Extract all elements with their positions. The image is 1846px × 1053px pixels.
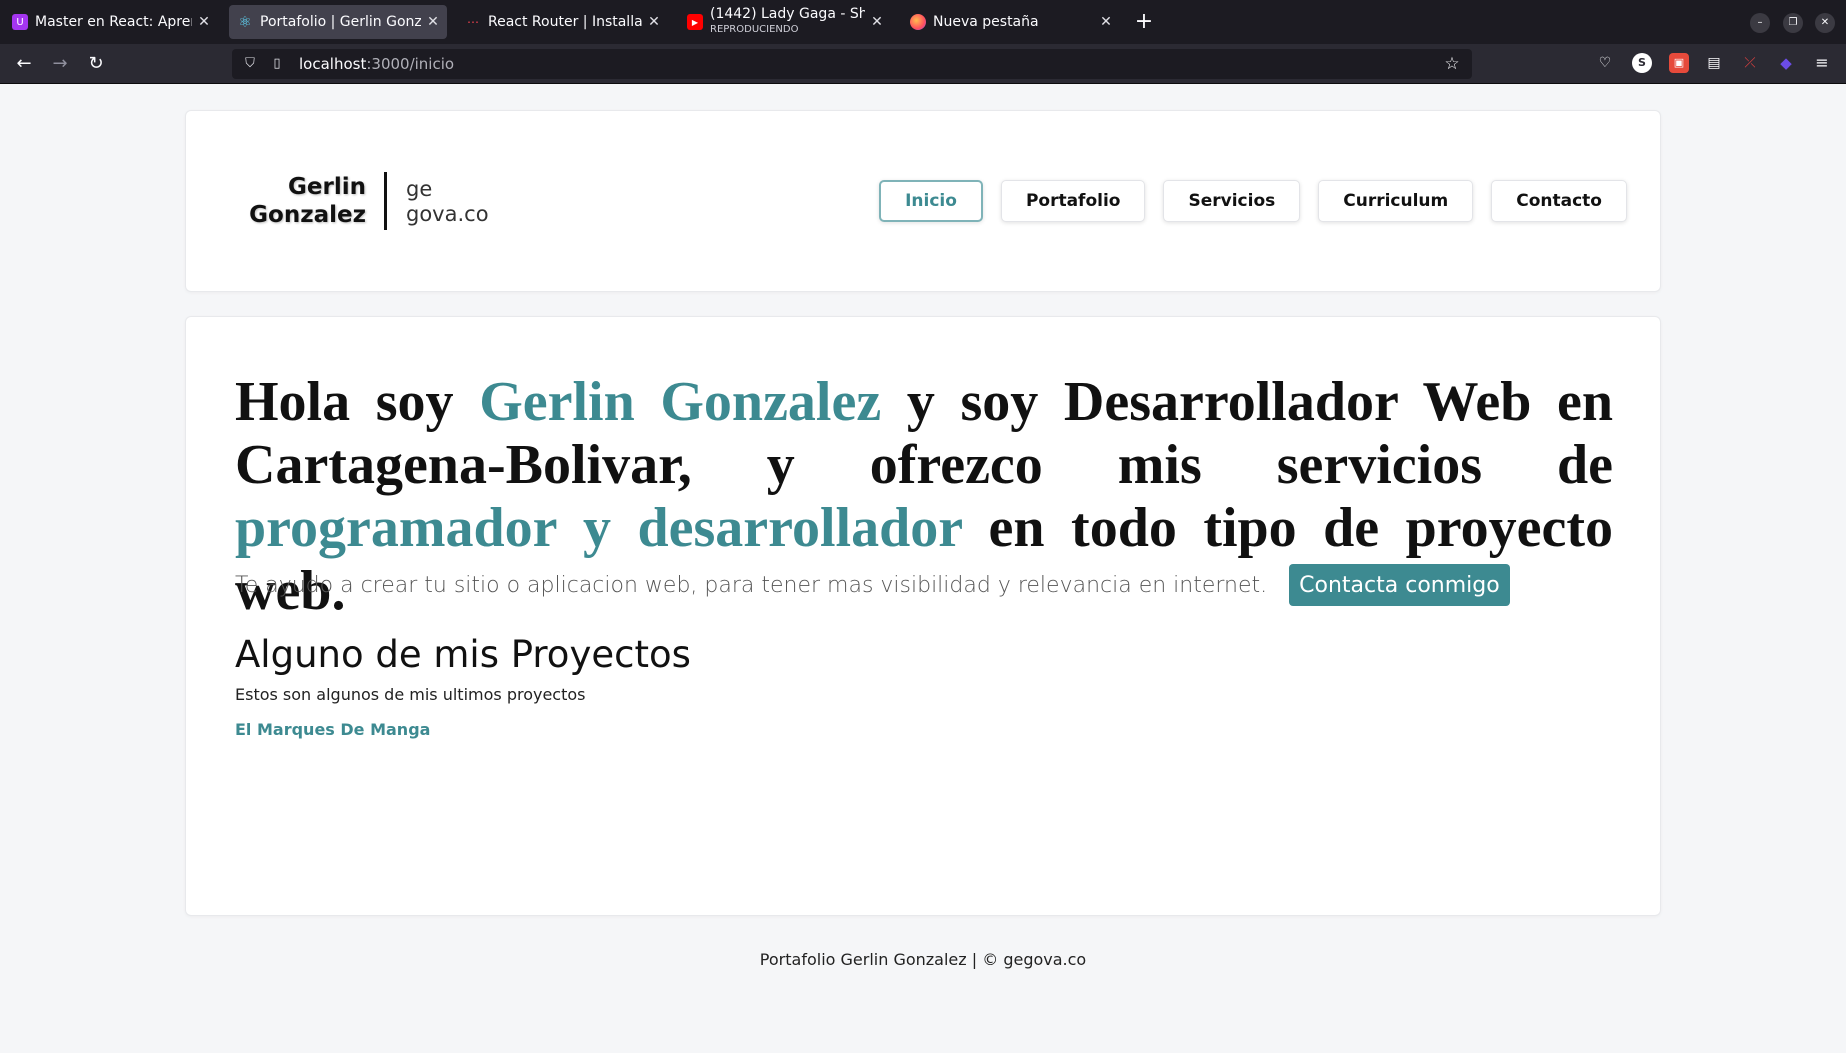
- page-icon[interactable]: ▯: [268, 55, 286, 73]
- browser-nav-bar: ← → ↻ ⛉ ▯ localhost:3000/inicio ☆: [0, 44, 1846, 84]
- footer-text: Portafolio Gerlin Gonzalez | © gegova.co: [759, 950, 1087, 969]
- projects-title: Alguno de mis Proyectos: [235, 633, 691, 676]
- logo-name[interactable]: Gerlin Gonzalez: [246, 173, 366, 229]
- tab-nueva-pestana[interactable]: Nueva pestaña ✕: [902, 5, 1120, 39]
- minimize-button[interactable]: –: [1750, 13, 1770, 33]
- bookmark-star-icon[interactable]: ☆: [1442, 54, 1462, 74]
- hero-subtitle-row: Te ayudo a crear tu sitio o aplicacion w…: [235, 564, 1510, 606]
- react-icon: ⚛: [238, 13, 252, 31]
- tab-title: (1442) Lady Gaga - Shallo: [710, 7, 865, 22]
- close-icon[interactable]: ✕: [869, 14, 885, 30]
- menu-icon[interactable]: ≡: [1812, 53, 1832, 73]
- contact-button[interactable]: Contacta conmigo: [1289, 564, 1510, 606]
- close-icon[interactable]: ✕: [425, 14, 441, 30]
- main-nav: Inicio Portafolio Servicios Curriculum C…: [879, 180, 1627, 222]
- tab-youtube[interactable]: ▶ (1442) Lady Gaga - Shallo REPRODUCIEND…: [679, 5, 891, 39]
- reader-icon[interactable]: ▤: [1704, 53, 1724, 73]
- extension-s-icon[interactable]: S: [1632, 53, 1652, 73]
- udemy-icon: U: [12, 14, 28, 30]
- tab-react-router[interactable]: ⋯ React Router | Installatio ✕: [457, 5, 668, 39]
- browser-tab-bar: U Master en React: Aprende ✕ ⚛ Portafoli…: [0, 0, 1846, 44]
- main-content: Hola soy Gerlin Gonzalez y soy Desarroll…: [185, 316, 1661, 916]
- url-path: :3000/inicio: [366, 55, 455, 73]
- nav-portafolio[interactable]: Portafolio: [1000, 180, 1146, 222]
- firefox-icon: [910, 14, 926, 30]
- tab-portafolio[interactable]: ⚛ Portafolio | Gerlin Gonzal ✕: [229, 5, 447, 39]
- nav-curriculum[interactable]: Curriculum: [1318, 180, 1474, 222]
- hero-subtitle: Te ayudo a crear tu sitio o aplicacion w…: [235, 572, 1268, 598]
- project-link[interactable]: El Marques De Manga: [235, 720, 430, 739]
- nav-servicios[interactable]: Servicios: [1163, 180, 1301, 222]
- hero-role: programador y desarrollador: [235, 497, 963, 559]
- back-button[interactable]: ←: [12, 52, 36, 76]
- tab-title: Nueva pestaña: [933, 14, 1039, 30]
- tab-title: Portafolio | Gerlin Gonzal: [260, 14, 421, 30]
- close-icon[interactable]: ✕: [1098, 14, 1114, 30]
- shield-icon[interactable]: ⛉: [241, 55, 259, 73]
- new-tab-button[interactable]: +: [1134, 9, 1154, 35]
- url-bar[interactable]: ⛉ ▯ localhost:3000/inicio ☆: [232, 49, 1472, 79]
- forward-button[interactable]: →: [48, 52, 72, 76]
- site-header: Gerlin Gonzalez ge gova.co Inicio Portaf…: [185, 110, 1661, 292]
- tab-title: React Router | Installatio: [488, 14, 642, 30]
- close-icon[interactable]: ✕: [646, 14, 662, 30]
- restore-button[interactable]: ❐: [1783, 13, 1803, 33]
- hero-text-1: Hola soy: [235, 371, 480, 433]
- url-host: localhost: [299, 55, 367, 73]
- logo-domain-line-2: gova.co: [406, 202, 489, 226]
- pocket-icon[interactable]: ♡: [1595, 53, 1615, 73]
- projects-description: Estos son algunos de mis ultimos proyect…: [235, 685, 586, 704]
- extension-purple-icon[interactable]: ◆: [1776, 53, 1796, 73]
- reload-button[interactable]: ↻: [84, 52, 108, 76]
- logo-domain[interactable]: ge gova.co: [406, 177, 489, 227]
- extension-disabled-icon[interactable]: ⤫: [1740, 53, 1760, 73]
- nav-inicio[interactable]: Inicio: [879, 180, 983, 222]
- nav-contacto[interactable]: Contacto: [1491, 180, 1627, 222]
- tab-playing-label: REPRODUCIENDO: [710, 24, 799, 35]
- react-router-icon: ⋯: [467, 15, 479, 29]
- close-window-button[interactable]: ✕: [1815, 13, 1835, 33]
- hero-name: Gerlin Gonzalez: [479, 371, 882, 433]
- tab-title: Master en React: Aprende: [35, 14, 192, 30]
- logo-domain-line-1: ge: [406, 177, 433, 201]
- extension-red-icon[interactable]: ▣: [1669, 53, 1689, 73]
- youtube-icon: ▶: [687, 14, 703, 30]
- logo-divider: [384, 172, 387, 230]
- close-icon[interactable]: ✕: [196, 14, 212, 30]
- tab-master-react[interactable]: U Master en React: Aprende ✕: [4, 5, 218, 39]
